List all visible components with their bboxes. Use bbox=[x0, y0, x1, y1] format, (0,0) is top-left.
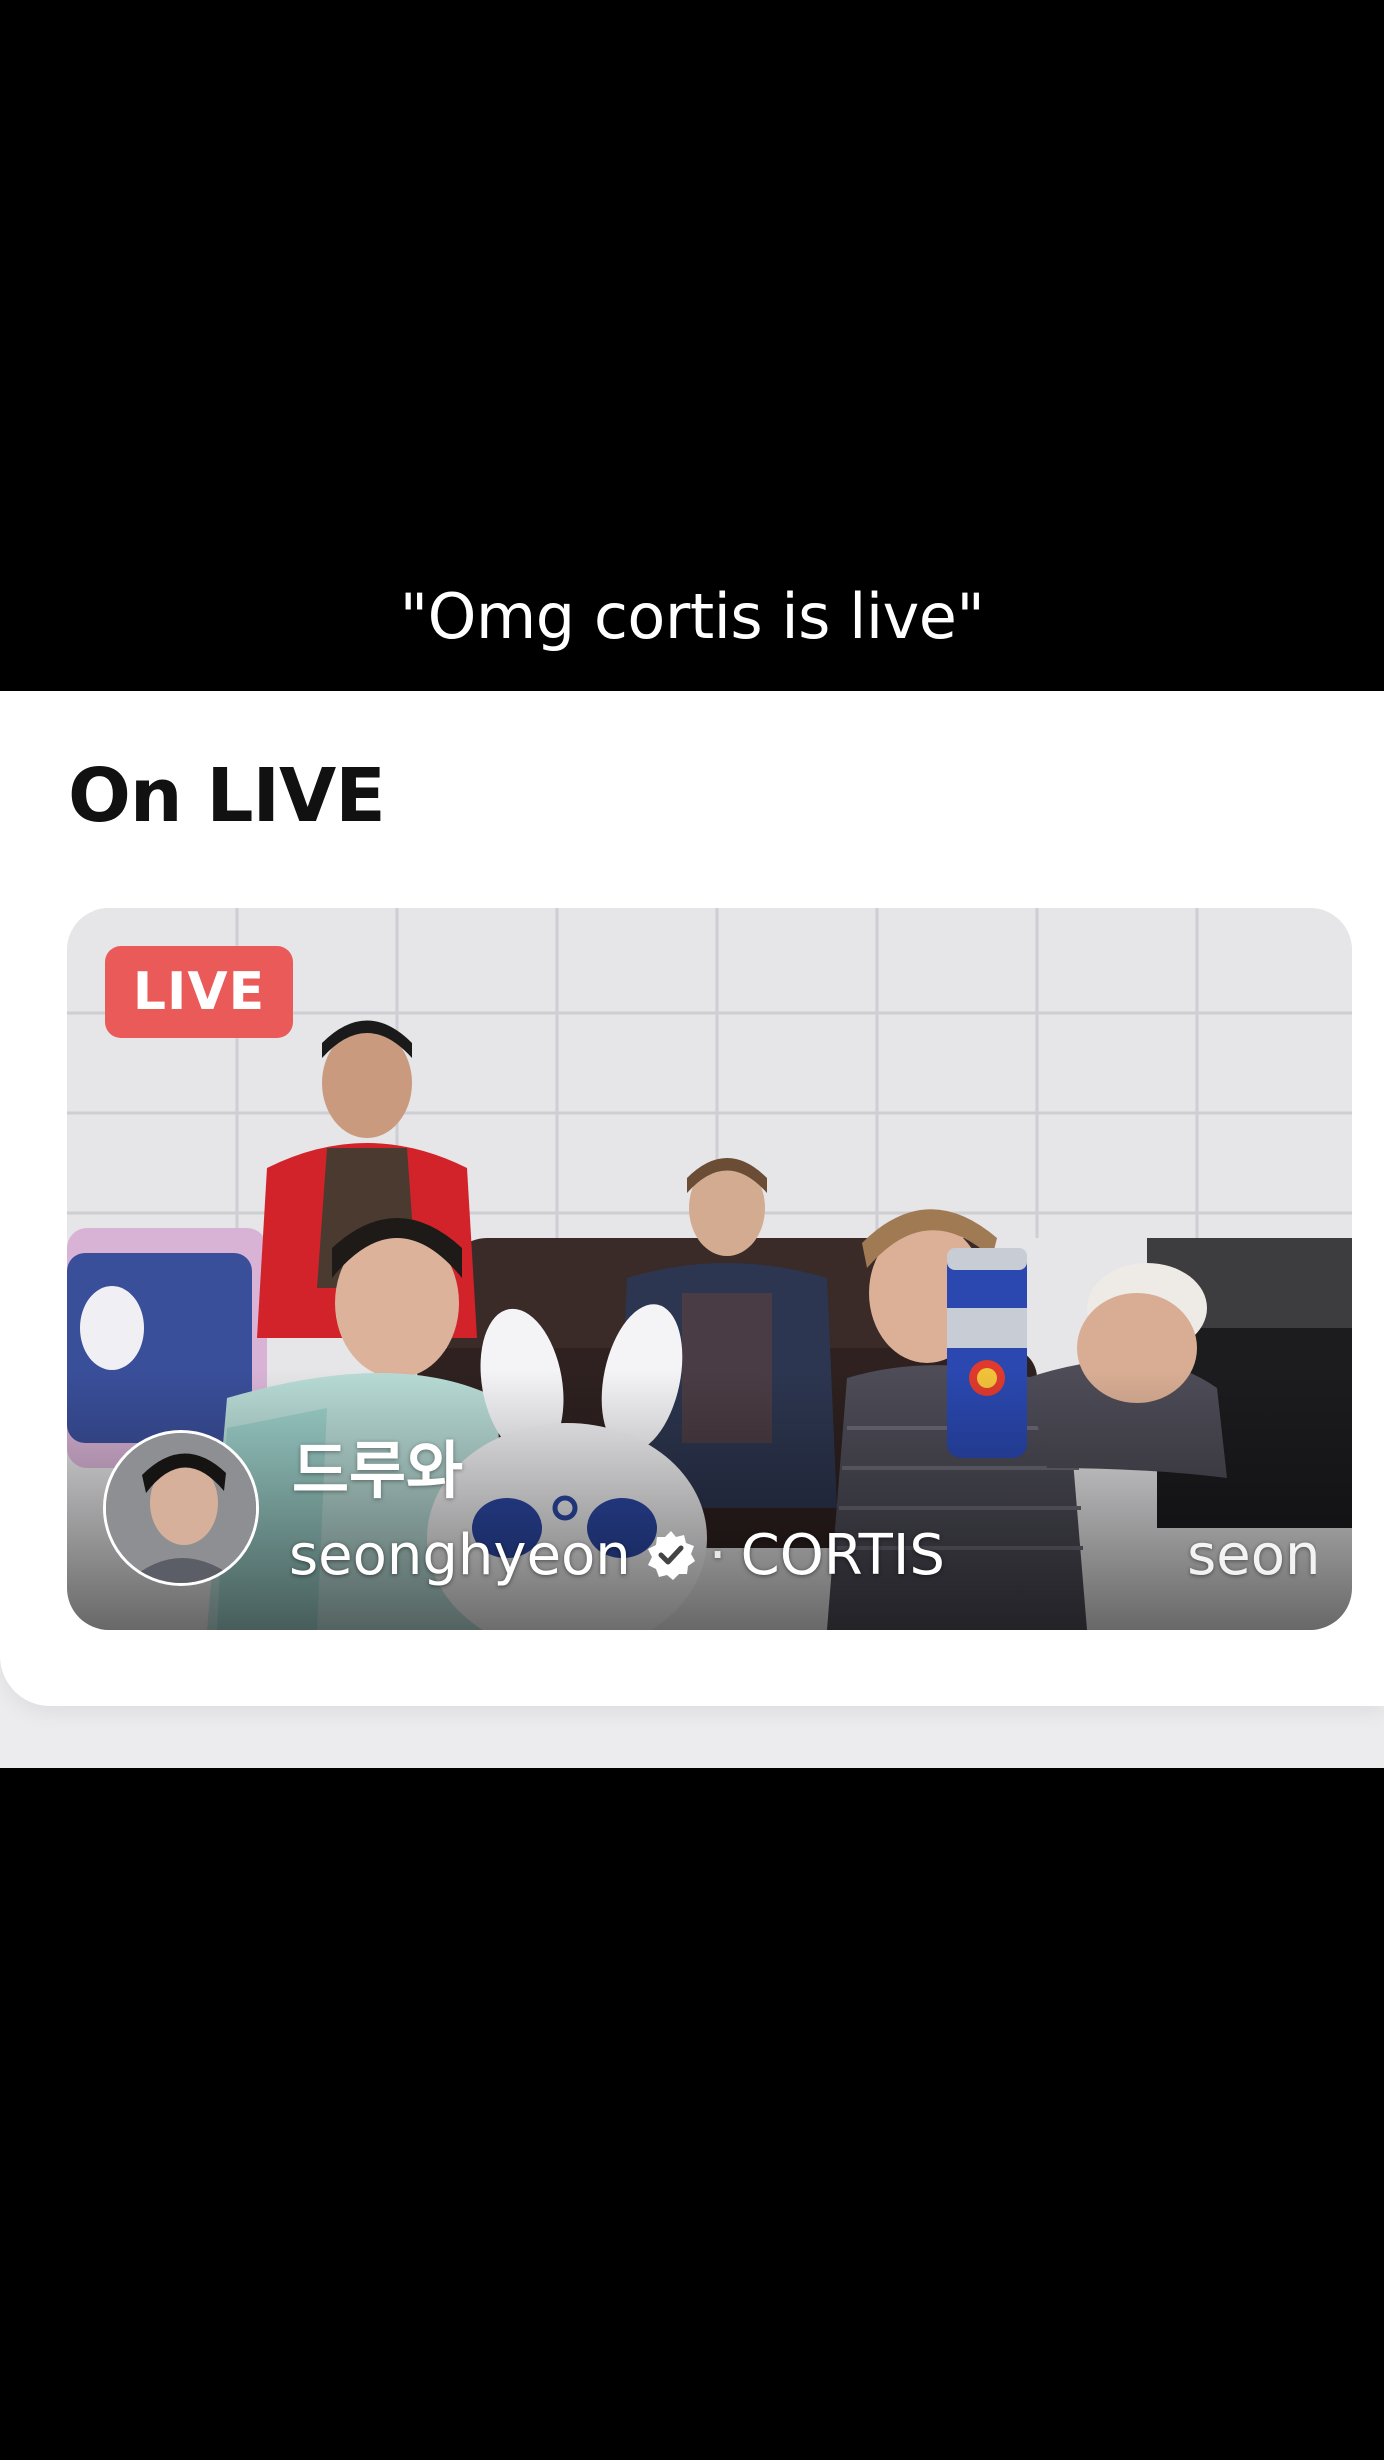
tile-overlay-gradient bbox=[67, 1370, 1352, 1630]
on-live-card: On LIVE LIVE 드루와 seonghyeon · CORTIS seo… bbox=[0, 691, 1384, 1706]
verified-badge-icon bbox=[647, 1531, 695, 1580]
avatar-image bbox=[106, 1433, 256, 1583]
host-name[interactable]: seonghyeon bbox=[289, 1523, 631, 1588]
separator-dot: · bbox=[708, 1522, 727, 1588]
host-avatar[interactable] bbox=[103, 1430, 259, 1586]
video-caption: "Omg cortis is live" bbox=[399, 580, 985, 653]
group-name[interactable]: CORTIS bbox=[741, 1523, 945, 1588]
content-panel: On LIVE LIVE 드루와 seonghyeon · CORTIS seo… bbox=[0, 691, 1384, 1768]
section-title: On LIVE bbox=[68, 753, 386, 839]
next-host-name-partial[interactable]: seong bbox=[1187, 1523, 1316, 1588]
live-badge: LIVE bbox=[105, 946, 293, 1038]
live-stream-tile[interactable]: LIVE 드루와 seonghyeon · CORTIS seon bbox=[67, 908, 1352, 1630]
host-info-row: seonghyeon · CORTIS seong bbox=[289, 1520, 1316, 1590]
live-title: 드루와 bbox=[292, 1434, 464, 1507]
